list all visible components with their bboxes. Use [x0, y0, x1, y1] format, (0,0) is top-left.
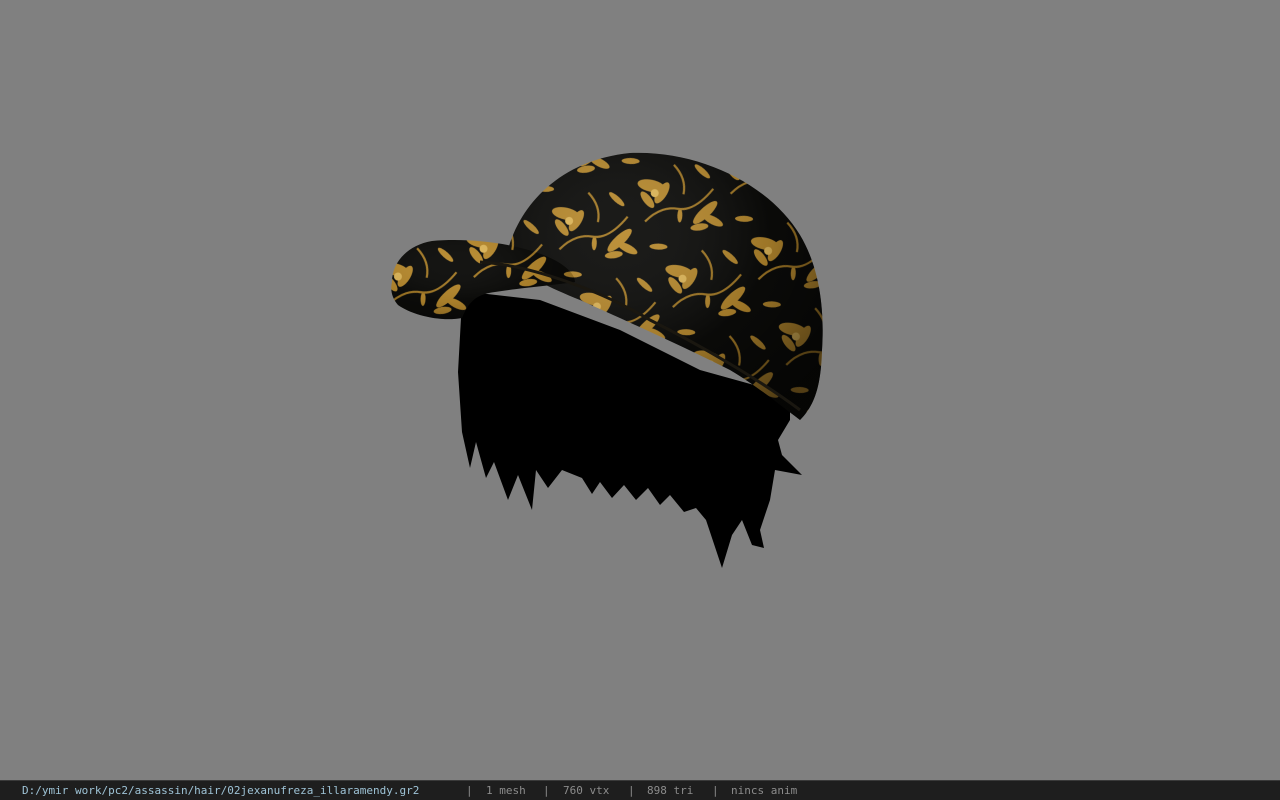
triangle-count: 898 tri	[647, 784, 694, 797]
file-path: D:/ymir work/pc2/assassin/hair/02jexanuf…	[22, 784, 420, 797]
vertex-count: 760 vtx	[563, 784, 610, 797]
status-separator: |	[466, 784, 473, 797]
mesh-count: 1 mesh	[486, 784, 526, 797]
status-bar: D:/ymir work/pc2/assassin/hair/02jexanuf…	[0, 780, 1280, 800]
3d-viewport[interactable]	[0, 0, 1280, 780]
status-separator: |	[712, 784, 719, 797]
status-separator: |	[543, 784, 550, 797]
model-render	[391, 152, 823, 568]
status-separator: |	[628, 784, 635, 797]
animation-status: nincs anim	[731, 784, 798, 797]
